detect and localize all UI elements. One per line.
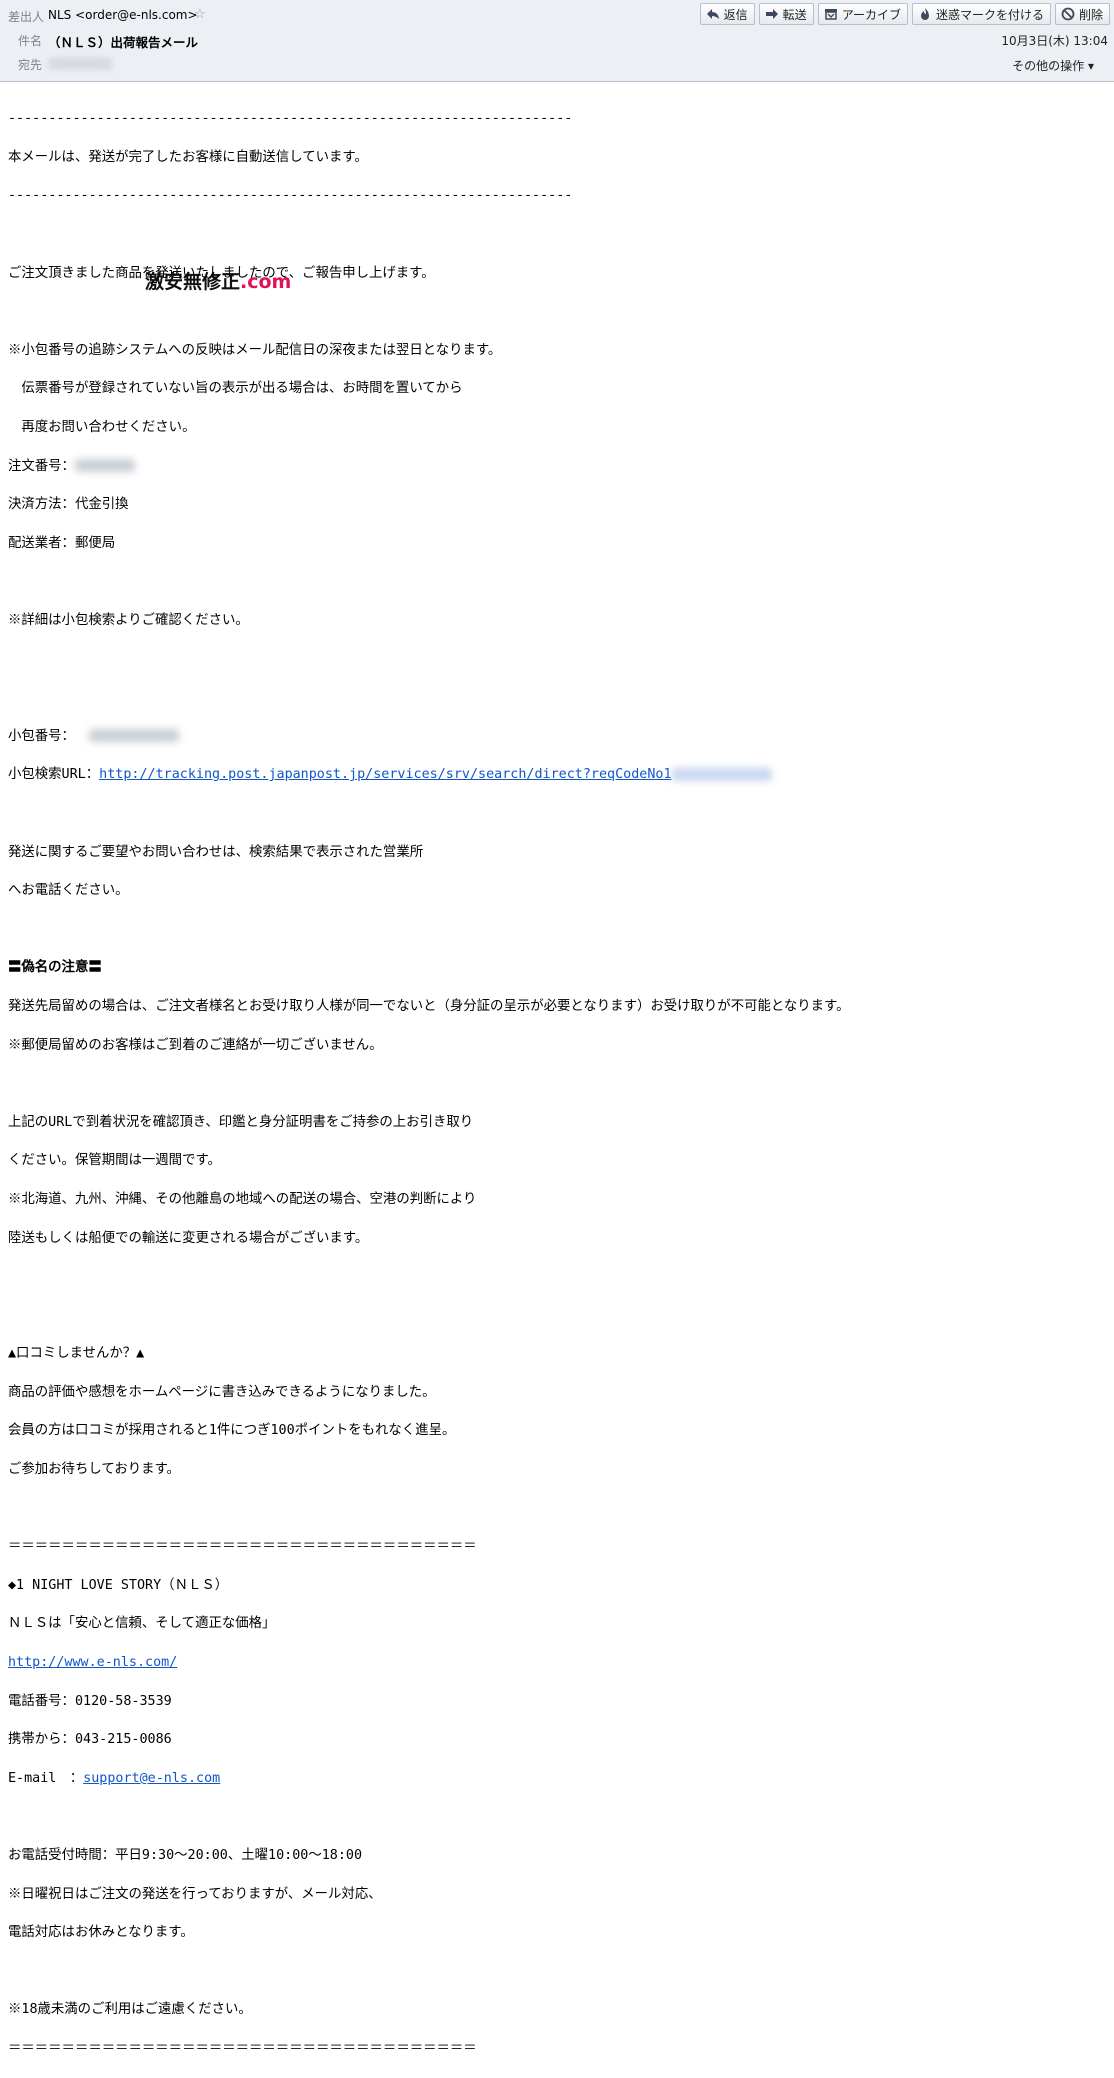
email-line: E-mail ：support@e-nls.com [8,1769,1108,1788]
alias-heading: 〓偽名の注意〓 [8,960,102,976]
junk-flame-icon [920,8,929,20]
more-actions-menu[interactable]: その他の操作 ▾ [1012,57,1094,74]
subject-label: 件名 [18,34,43,48]
phone-line: 電話番号：0120-58-3539 [8,1693,172,1709]
forward-icon [765,9,778,19]
reply-label: 返信 [723,7,748,22]
to-label: 宛先 [18,58,43,72]
message-body: ----------------------------------------… [8,90,1108,2078]
contact-text: へお電話ください。 [8,883,129,899]
forward-label: 転送 [782,7,807,22]
delete-button[interactable]: 削除 [1054,3,1110,25]
pickup-text: 陸送もしくは船便での輸送に変更される場合がございます。 [8,1230,369,1246]
tracking-note: ※小包番号の追跡システムへの反映はメール配信日の深夜または翌日となります。 [8,342,502,358]
hours-line: お電話受付時間：平日9:30～20:00、土曜10:00～18:00 [8,1848,363,1864]
parcel-number-label: 小包番号： [8,728,75,744]
payment-line: 決済方法：代金引換 [8,497,129,513]
detail-note: ※詳細は小包検索よりご確認ください。 [8,613,249,629]
hours-note: ※日曜祝日はご注文の発送を行っておりますが、メール対応、 [8,1886,382,1902]
rule-line: ＝＝＝＝＝＝＝＝＝＝＝＝＝＝＝＝＝＝＝＝＝＝＝＝＝＝＝＝＝＝＝＝＝＝＝ [8,1539,477,1555]
tracking-url-redacted [671,767,772,781]
shop-name: ◆1 NIGHT LOVE STORY（ＮＬＳ） [8,1577,229,1593]
from-value[interactable]: NLS <order@e-nls.com> [48,8,198,22]
review-heading: ▲口コミしませんか？▲ [8,1346,145,1362]
shop-tagline: ＮＬＳは「安心と信頼、そして適正な価格」 [8,1616,276,1632]
review-text: 会員の方は口コミが採用されると1件につぎ100ポイントをもれなく進呈。 [8,1423,456,1439]
from-label: 差出人 [8,10,45,24]
email-link[interactable]: support@e-nls.com [83,1771,220,1786]
rule-line: ----------------------------------------… [8,188,573,204]
subject-value: （ＮＬＳ）出荷報告メール [48,35,199,50]
reply-icon [706,9,719,19]
tracking-note: 再度お問い合わせください。 [8,420,196,436]
review-text: 商品の評価や感想をホームページに書き込みできるようになりました。 [8,1384,436,1400]
shop-url-link[interactable]: http://www.e-nls.com/ [8,1655,177,1670]
archive-icon [824,9,837,20]
parcel-number-line: 小包番号： [8,727,1108,746]
reply-button[interactable]: 返信 [699,3,755,25]
email-label: E-mail ： [8,1770,84,1786]
contact-text: 発送に関するご要望やお問い合わせは、検索結果で表示された営業所 [8,844,424,860]
order-number-label: 注文番号： [8,458,75,474]
auto-notice: 本メールは、発送が完了したお客様に自動送信しています。 [8,149,368,165]
hours-note: 電話対応はお休みとなります。 [8,1925,194,1941]
delete-label: 削除 [1078,7,1103,22]
to-value-redacted [48,56,112,70]
alias-text: ※郵便局留めのお客様はご到着のご連絡が一切ございません。 [8,1037,383,1053]
archive-button[interactable]: アーカイブ [817,3,908,25]
pickup-text: ※北海道、九州、沖縄、その他離島の地域への配送の場合、空港の判断により [8,1191,477,1207]
junk-label: 迷惑マークを付ける [935,7,1044,22]
tracking-url-link[interactable]: http://tracking.post.japanpost.jp/servic… [99,767,671,782]
pickup-text: ください。保管期間は一週間です。 [8,1153,221,1169]
age-note: ※18歳未満のご利用はご遠慮ください。 [8,2002,252,2018]
message-header: 差出人 NLS <order@e-nls.com> ☆ 件名 （ＮＬＳ）出荷報告… [0,0,1114,82]
order-number-line: 注文番号： [8,457,1108,476]
review-text: ご参加お待ちしております。 [8,1462,180,1478]
rule-line: ----------------------------------------… [8,111,573,127]
alias-text: 発送先局留めの場合は、ご注文者様名とお受け取り人様が同一でないと（身分証の呈示が… [8,998,850,1014]
rule-line: ＝＝＝＝＝＝＝＝＝＝＝＝＝＝＝＝＝＝＝＝＝＝＝＝＝＝＝＝＝＝＝＝＝＝＝ [8,2040,477,2056]
mark-junk-button[interactable]: 迷惑マークを付ける [911,3,1051,25]
star-icon[interactable]: ☆ [194,7,206,22]
tracking-url-line: 小包検索URL：http://tracking.post.japanpost.j… [8,765,1108,784]
shop-url-line: http://www.e-nls.com/ [8,1653,1108,1672]
delete-icon [1061,7,1075,21]
pickup-text: 上記のURLで到着状況を確認頂き、印鑑と身分証明書をご持参の上お引き取り [8,1114,474,1130]
message-date: 10月3日(木) 13:04 [1001,34,1108,48]
forward-button[interactable]: 転送 [758,3,814,25]
order-number-redacted [74,459,135,473]
mobile-line: 携帯から：043-215-0086 [8,1732,172,1748]
carrier-line: 配送業者：郵便局 [8,535,116,551]
parcel-number-redacted [88,729,179,743]
intro-text: ご注文頂きました商品を発送いたしましたので、ご報告申し上げます。 [8,265,435,281]
message-toolbar: 返信 転送 アーカイブ 迷惑マークを付ける 削除 [699,3,1110,25]
tracking-note: 伝票番号が登録されていない旨の表示が出る場合は、お時間を置いてから [8,381,463,397]
archive-label: アーカイブ [841,7,901,22]
tracking-url-label: 小包検索URL： [8,767,100,783]
